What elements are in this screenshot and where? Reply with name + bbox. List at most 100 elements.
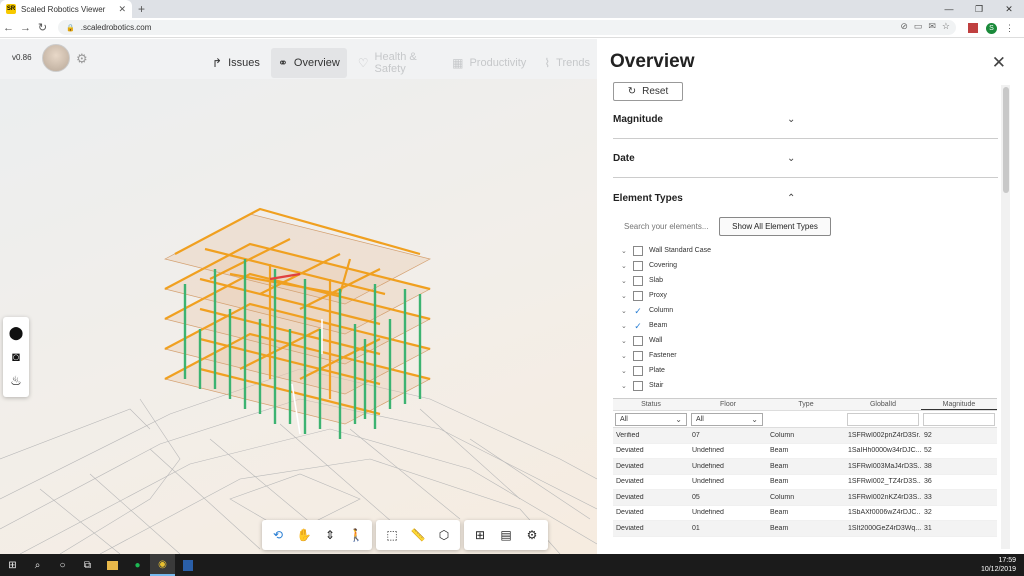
expand-chevron-icon[interactable]: ⌄ <box>621 352 631 360</box>
floor-filter-select[interactable]: All ⌄ <box>691 412 763 426</box>
element-type-row[interactable]: ⌄ Wall <box>621 333 711 348</box>
column-header-magnitude[interactable]: Magnitude <box>921 399 997 410</box>
element-type-row[interactable]: ⌄ Slab <box>621 273 711 288</box>
explode-cube-icon[interactable]: ⬡ <box>432 523 456 547</box>
element-type-row[interactable]: ⌄ Fastener <box>621 348 711 363</box>
table-row[interactable]: Deviated 05 Column 1SFRwI002nKZ4rD3S... 33 <box>613 490 997 506</box>
chevron-down-icon[interactable]: ⌄ <box>787 153 795 164</box>
tab-health-safety[interactable]: ♡ Health & Safety <box>351 48 441 78</box>
expand-chevron-icon[interactable]: ⌄ <box>621 367 631 375</box>
section-box-icon[interactable]: ⬚ <box>380 523 404 547</box>
bookmark-star-icon[interactable]: ☆ <box>942 21 950 32</box>
element-type-row[interactable]: ⌄ ✓ Column <box>621 303 711 318</box>
system-clock[interactable]: 17:59 10/12/2019 <box>981 556 1016 574</box>
expand-chevron-icon[interactable]: ⌄ <box>621 277 631 285</box>
checkbox[interactable] <box>633 365 643 376</box>
model-viewer[interactable]: v0.86 ⚙ ↱ Issues ⚭ Overview ♡ Health & S… <box>0 39 597 554</box>
revit-icon[interactable] <box>175 554 200 576</box>
section-date[interactable]: Date ⌄ <box>613 140 998 178</box>
building-3d-model[interactable] <box>0 79 597 554</box>
minimize-icon[interactable]: — <box>934 0 964 18</box>
checkbox[interactable] <box>633 245 643 256</box>
menu-kebab-icon[interactable]: ⋮ <box>1005 23 1014 34</box>
expand-chevron-icon[interactable]: ⌄ <box>621 247 631 255</box>
profile-avatar[interactable]: S <box>986 22 997 34</box>
mail-icon[interactable]: ✉ <box>928 21 936 32</box>
checkmark-icon[interactable]: ✓ <box>633 321 643 331</box>
search-icon[interactable]: ⌕ <box>25 554 50 576</box>
table-row[interactable]: Verified 07 Column 1SFRwI002pnZ4rD3Sr... 92 <box>613 428 997 444</box>
status-filter-select[interactable]: All ⌄ <box>615 412 687 426</box>
table-row[interactable]: Deviated Undefined Beam 1SFRwI002_TZ4rD3S..… <box>613 475 997 490</box>
address-bar[interactable]: 🔒 .scaledrobotics.com ⊘ ▭ ✉ ☆ <box>58 20 956 35</box>
settings-gear-icon[interactable]: ⚙ <box>76 51 88 67</box>
expand-chevron-icon[interactable]: ⌄ <box>621 337 631 345</box>
column-header-type[interactable]: Type <box>767 399 845 410</box>
windows-start-icon[interactable]: ⊞ <box>0 554 25 576</box>
column-header-floor[interactable]: Floor <box>689 399 767 410</box>
walk-person-icon[interactable]: 🚶 <box>344 523 368 547</box>
checkbox[interactable] <box>633 275 643 286</box>
table-row[interactable]: Deviated Undefined Beam 1SaIHh0000w34rDJC..… <box>613 444 997 459</box>
expand-chevron-icon[interactable]: ⌄ <box>621 262 631 270</box>
browser-tab[interactable]: SR Scaled Robotics Viewer ✕ <box>0 0 132 18</box>
location-pin-icon[interactable]: ⬤ <box>9 325 24 341</box>
checkbox[interactable] <box>633 260 643 271</box>
section-element-types[interactable]: Element Types ⌃ <box>613 179 998 217</box>
restore-icon[interactable]: ❐ <box>964 0 994 18</box>
fire-icon[interactable]: ♨ <box>10 373 22 389</box>
user-avatar[interactable] <box>42 44 70 72</box>
magnitude-filter-input[interactable] <box>923 412 995 426</box>
new-tab-icon[interactable]: + <box>138 2 145 16</box>
checkbox[interactable] <box>633 290 643 301</box>
spotify-icon[interactable]: ● <box>125 554 150 576</box>
reload-icon[interactable]: ↻ <box>34 21 51 34</box>
element-type-row[interactable]: ⌄ Wall Standard Case <box>621 243 711 258</box>
properties-icon[interactable]: ▤ <box>494 523 518 547</box>
table-row[interactable]: Deviated 01 Beam 1SIt2000GeZ4rD3Wq... 31 <box>613 521 997 537</box>
element-search-input[interactable] <box>619 219 715 234</box>
element-type-row[interactable]: ⌄ Proxy <box>621 288 711 303</box>
checkmark-icon[interactable]: ✓ <box>633 306 643 316</box>
viewer-settings-gear-icon[interactable]: ⚙ <box>520 523 544 547</box>
tab-close-icon[interactable]: ✕ <box>118 4 126 15</box>
camera-blocked-icon[interactable]: ⊘ <box>900 21 908 32</box>
pdf-extension-icon[interactable] <box>968 23 978 33</box>
expand-chevron-icon[interactable]: ⌄ <box>621 307 631 315</box>
tab-overview[interactable]: ⚭ Overview <box>270 48 347 78</box>
expand-chevron-icon[interactable]: ⌄ <box>621 382 631 390</box>
camera-icon[interactable]: ◙ <box>12 349 20 364</box>
zoom-vertical-icon[interactable]: ⇕ <box>318 523 342 547</box>
element-type-row[interactable]: ⌄ Covering <box>621 258 711 273</box>
reset-button[interactable]: ↻ Reset <box>613 82 683 101</box>
checkbox[interactable] <box>633 335 643 346</box>
tab-productivity[interactable]: ▦ Productivity <box>445 48 533 78</box>
file-explorer-icon[interactable] <box>100 554 125 576</box>
tab-issues[interactable]: ↱ Issues <box>205 48 267 78</box>
window-close-icon[interactable]: ✕ <box>994 0 1024 18</box>
column-header-globalid[interactable]: GlobalId <box>845 399 921 410</box>
close-icon[interactable]: ✕ <box>992 53 1006 73</box>
measure-ruler-icon[interactable]: 📏 <box>406 523 430 547</box>
element-type-row[interactable]: ⌄ Stair <box>621 378 711 393</box>
table-row[interactable]: Deviated Undefined Beam 1SbAXf0006wZ4rDJC..… <box>613 506 997 521</box>
section-magnitude[interactable]: Magnitude ⌄ <box>613 101 998 139</box>
checkbox[interactable] <box>633 380 643 391</box>
cast-icon[interactable]: ▭ <box>914 21 923 32</box>
panel-scrollbar-thumb[interactable] <box>1003 87 1009 193</box>
column-header-status[interactable]: Status <box>613 399 689 410</box>
checkbox[interactable] <box>633 350 643 361</box>
forward-icon[interactable]: → <box>17 22 34 34</box>
globalid-filter-input[interactable] <box>847 412 919 426</box>
back-icon[interactable]: ← <box>0 22 17 34</box>
expand-chevron-icon[interactable]: ⌄ <box>621 292 631 300</box>
orbit-icon[interactable]: ⟲ <box>266 523 290 547</box>
chevron-down-icon[interactable]: ⌄ <box>787 114 795 125</box>
element-type-row[interactable]: ⌄ ✓ Beam <box>621 318 711 333</box>
show-all-element-types-button[interactable]: Show All Element Types <box>719 217 831 236</box>
element-type-row[interactable]: ⌄ Plate <box>621 363 711 378</box>
expand-chevron-icon[interactable]: ⌄ <box>621 322 631 330</box>
table-row[interactable]: Deviated Undefined Beam 1SFRwI003MaJ4rD3S..… <box>613 459 997 475</box>
pan-hand-icon[interactable]: ✋ <box>292 523 316 547</box>
chevron-up-icon[interactable]: ⌃ <box>787 193 795 204</box>
